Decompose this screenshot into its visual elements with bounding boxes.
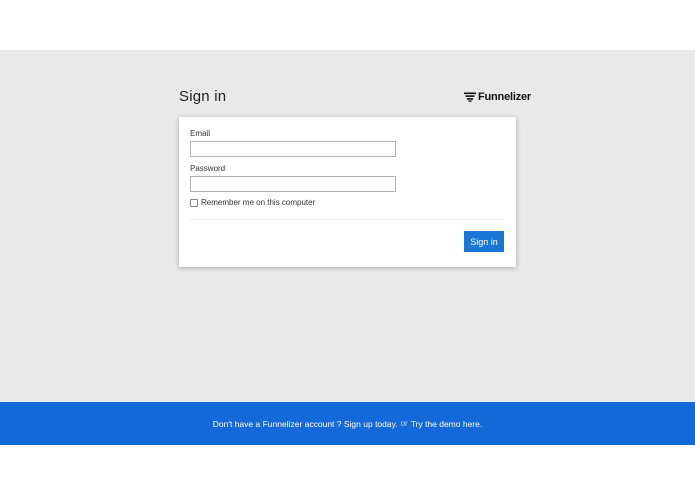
sign-in-button[interactable]: Sign in [464, 231, 504, 252]
footer-prompt: Don't have a Funnelizer account ? [212, 418, 342, 429]
email-label: Email [190, 129, 211, 138]
password-label: Password [190, 164, 226, 173]
brand-logo: Funnelizer [464, 91, 531, 103]
funnel-stack-icon [464, 92, 476, 102]
brand-name: Funnelizer [478, 91, 532, 103]
password-field[interactable] [190, 176, 396, 192]
footer-bar: Don't have a Funnelizer account ? Sign u… [0, 402, 695, 445]
bottom-margin [0, 445, 695, 494]
sign-up-link[interactable]: Sign up today. [344, 419, 398, 429]
sign-in-card: Email Password Remember me on this compu… [179, 117, 516, 267]
footer-or: or [400, 419, 408, 428]
top-margin [0, 0, 695, 50]
remember-me-label[interactable]: Remember me on this computer [201, 198, 315, 207]
remember-me[interactable]: Remember me on this computer [190, 198, 315, 207]
page-title: Sign in [179, 88, 227, 105]
try-demo-link[interactable]: Try the demo here. [411, 419, 483, 429]
remember-me-checkbox[interactable] [190, 198, 198, 207]
email-field[interactable] [190, 141, 396, 157]
form-divider [190, 219, 504, 220]
